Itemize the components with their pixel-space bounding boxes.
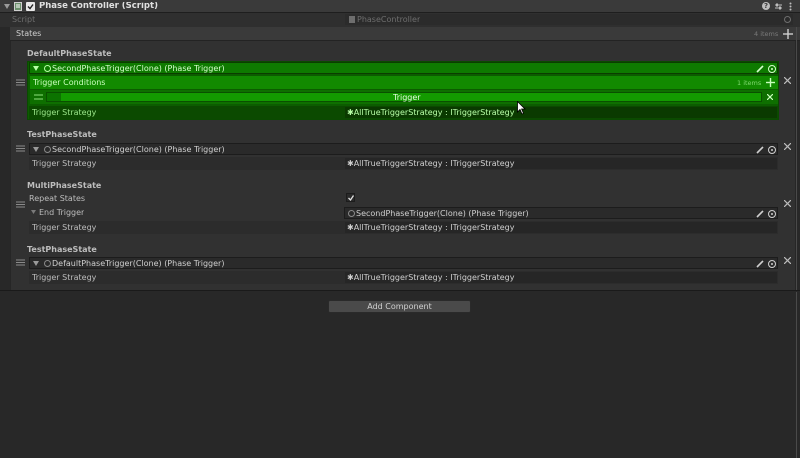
trigger-conditions-count: 1 items bbox=[737, 80, 762, 87]
plus-icon[interactable] bbox=[783, 29, 793, 39]
plus-icon[interactable] bbox=[766, 78, 775, 87]
states-label: States bbox=[16, 30, 42, 38]
state-title: DefaultPhaseState bbox=[27, 50, 112, 58]
trigger-strategy-row[interactable]: Trigger Strategy ✱AllTrueTriggerStrategy… bbox=[29, 221, 778, 234]
condition-object-field[interactable]: Trigger bbox=[46, 92, 762, 102]
trigger-strategy-field[interactable]: ✱AllTrueTriggerStrategy : ITriggerStrate… bbox=[345, 272, 777, 283]
trigger-strategy-value: ✱AllTrueTriggerStrategy : ITriggerStrate… bbox=[347, 274, 515, 282]
foldout-arrow-icon[interactable] bbox=[33, 147, 39, 152]
close-x-icon[interactable] bbox=[784, 143, 791, 150]
script-field[interactable]: PhaseController bbox=[345, 14, 793, 25]
drag-handle-icon[interactable] bbox=[16, 259, 25, 266]
state-title: TestPhaseState bbox=[27, 131, 97, 139]
add-component-button[interactable]: Add Component bbox=[328, 300, 471, 313]
condition-value: Trigger bbox=[393, 94, 421, 102]
drag-handle-icon[interactable] bbox=[16, 79, 25, 86]
script-row: Script PhaseController bbox=[0, 13, 800, 27]
trigger-strategy-value: ✱AllTrueTriggerStrategy : ITriggerStrate… bbox=[347, 160, 515, 168]
trigger-condition-row: Trigger bbox=[30, 90, 778, 104]
mouse-cursor-icon bbox=[517, 101, 526, 115]
drag-handle-icon[interactable] bbox=[16, 145, 25, 152]
divider bbox=[0, 290, 800, 291]
trigger-strategy-field[interactable]: ✱AllTrueTriggerStrategy : ITriggerStrate… bbox=[345, 107, 777, 118]
drag-handle-icon[interactable] bbox=[16, 201, 25, 208]
help-icon[interactable]: ? bbox=[762, 2, 770, 10]
trigger-object-field[interactable]: SecondPhaseTrigger(Clone) (Phase Trigger… bbox=[29, 143, 778, 155]
edit-pencil-icon[interactable] bbox=[756, 65, 764, 73]
edit-pencil-icon[interactable] bbox=[756, 146, 764, 154]
close-x-icon[interactable] bbox=[767, 94, 773, 100]
trigger-strategy-row[interactable]: Trigger Strategy ✱AllTrueTriggerStrategy… bbox=[29, 157, 778, 170]
state-title: TestPhaseState bbox=[27, 246, 97, 254]
checkbox-icon bbox=[27, 4, 34, 10]
trigger-strategy-row[interactable]: Trigger Strategy ✱AllTrueTriggerStrategy… bbox=[29, 106, 778, 119]
edit-pencil-icon[interactable] bbox=[756, 210, 764, 218]
enabled-checkbox[interactable] bbox=[26, 2, 35, 11]
foldout-arrow-icon[interactable] bbox=[31, 210, 36, 215]
close-x-icon[interactable] bbox=[784, 77, 791, 84]
trigger-conditions-label: Trigger Conditions bbox=[33, 79, 106, 87]
object-icon bbox=[44, 146, 51, 153]
script-value: PhaseController bbox=[357, 16, 421, 24]
component-title: Phase Controller (Script) bbox=[39, 2, 158, 11]
object-picker-icon[interactable] bbox=[784, 16, 791, 23]
trigger-object-field[interactable]: DefaultPhaseTrigger(Clone) (Phase Trigge… bbox=[29, 257, 778, 269]
object-icon bbox=[44, 65, 51, 72]
scrollbar[interactable] bbox=[796, 27, 797, 290]
trigger-ref-value: SecondPhaseTrigger(Clone) (Phase Trigger… bbox=[52, 65, 225, 73]
script-icon bbox=[349, 16, 355, 23]
trigger-strategy-field[interactable]: ✱AllTrueTriggerStrategy : ITriggerStrate… bbox=[345, 222, 777, 233]
edit-pencil-icon[interactable] bbox=[756, 260, 764, 268]
object-picker-icon[interactable] bbox=[768, 146, 776, 154]
trigger-strategy-value: ✱AllTrueTriggerStrategy : ITriggerStrate… bbox=[347, 109, 515, 117]
trigger-strategy-label: Trigger Strategy bbox=[32, 160, 97, 168]
add-component-label: Add Component bbox=[367, 303, 432, 311]
foldout-arrow-icon[interactable] bbox=[33, 261, 39, 266]
trigger-strategy-row[interactable]: Trigger Strategy ✱AllTrueTriggerStrategy… bbox=[29, 271, 778, 284]
trigger-object-field[interactable]: SecondPhaseTrigger(Clone) (Phase Trigger… bbox=[29, 62, 778, 74]
end-trigger-value: SecondPhaseTrigger(Clone) (Phase Trigger… bbox=[356, 210, 529, 218]
object-icon bbox=[44, 260, 51, 267]
script-label: Script bbox=[12, 16, 36, 24]
end-trigger-field[interactable]: SecondPhaseTrigger(Clone) (Phase Trigger… bbox=[344, 207, 778, 219]
repeat-states-label: Repeat States bbox=[29, 195, 86, 203]
close-x-icon[interactable] bbox=[784, 257, 791, 264]
drag-handle-icon[interactable] bbox=[34, 94, 43, 100]
close-x-icon[interactable] bbox=[784, 200, 791, 207]
script-icon bbox=[14, 2, 22, 11]
foldout-arrow-icon[interactable] bbox=[33, 66, 39, 71]
end-trigger-label: End Trigger bbox=[39, 209, 85, 217]
foldout-arrow-icon[interactable] bbox=[4, 4, 10, 9]
trigger-strategy-label: Trigger Strategy bbox=[32, 274, 97, 282]
trigger-ref-value: SecondPhaseTrigger(Clone) (Phase Trigger… bbox=[52, 146, 225, 154]
scrollbar[interactable] bbox=[796, 292, 797, 458]
state-title: MultiPhaseState bbox=[27, 182, 102, 190]
trigger-conditions-header[interactable]: Trigger Conditions 1 items bbox=[30, 76, 778, 89]
states-list-header[interactable]: States 4 items bbox=[10, 27, 800, 41]
component-header[interactable]: Phase Controller (Script) ? bbox=[0, 0, 800, 13]
preset-icon[interactable] bbox=[774, 2, 783, 11]
repeat-states-checkbox[interactable] bbox=[346, 193, 355, 202]
trigger-ref-value: DefaultPhaseTrigger(Clone) (Phase Trigge… bbox=[52, 260, 225, 268]
object-picker-icon[interactable] bbox=[768, 210, 776, 218]
trigger-strategy-value: ✱AllTrueTriggerStrategy : ITriggerStrate… bbox=[347, 224, 515, 232]
states-count: 4 items bbox=[754, 31, 779, 38]
trigger-strategy-label: Trigger Strategy bbox=[32, 224, 97, 232]
trigger-strategy-field[interactable]: ✱AllTrueTriggerStrategy : ITriggerStrate… bbox=[345, 158, 777, 169]
checkbox-icon bbox=[348, 195, 355, 202]
menu-icon[interactable] bbox=[789, 2, 792, 11]
object-picker-icon[interactable] bbox=[768, 260, 776, 268]
trigger-strategy-label: Trigger Strategy bbox=[32, 109, 97, 117]
object-picker-icon[interactable] bbox=[768, 65, 776, 73]
object-icon bbox=[348, 210, 355, 217]
